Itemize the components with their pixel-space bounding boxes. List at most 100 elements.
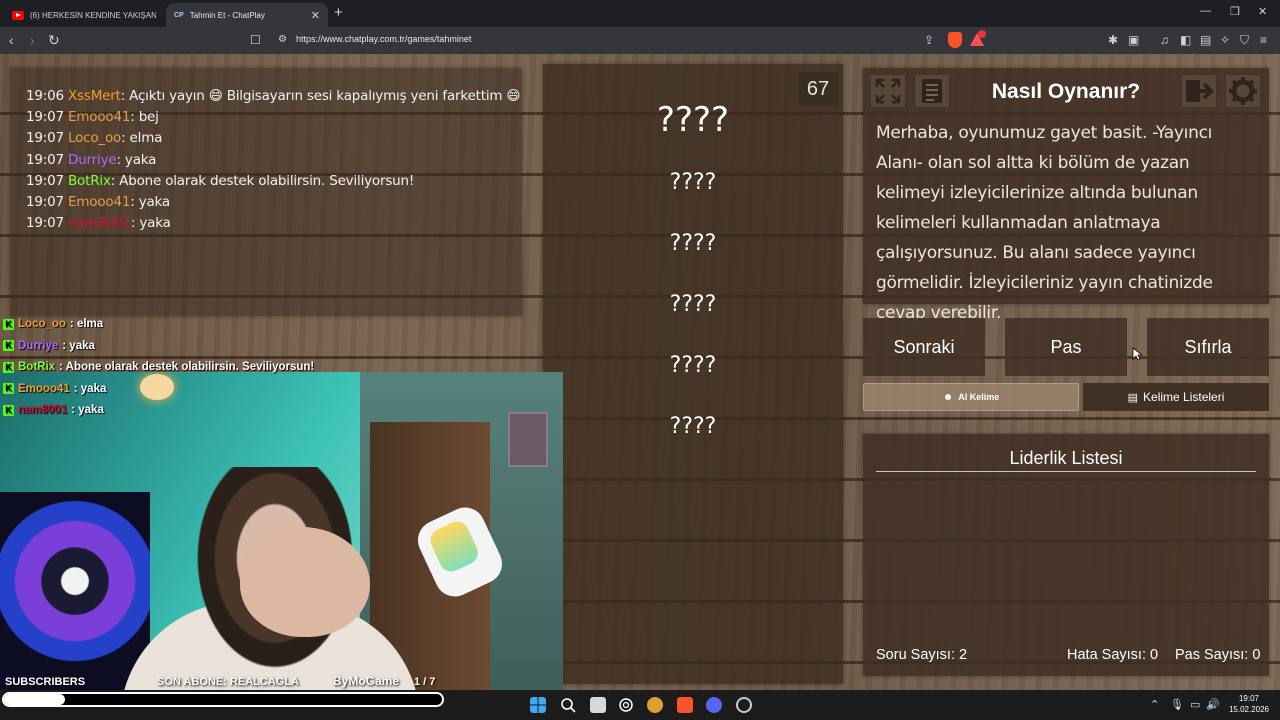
menu-icon[interactable]: ≡	[1260, 33, 1267, 47]
extensions-icon[interactable]: ✱	[1108, 33, 1118, 47]
latest-sub-label: SON ABONE: REALCAGLA	[157, 676, 299, 688]
chat-message: 19:07 Emooo41: yaka	[26, 194, 170, 210]
share-icon[interactable]: ⇪	[924, 33, 934, 47]
leaderboard-divider	[876, 471, 1256, 472]
exit-button[interactable]	[1181, 74, 1217, 108]
close-window-button[interactable]: ✕	[1258, 5, 1267, 18]
chat-username[interactable]: nam8001	[68, 215, 131, 231]
overlay-text: : yaka	[71, 404, 104, 417]
ai-word-button[interactable]: ☻ AI Kelime	[863, 383, 1079, 411]
pass-button[interactable]: Pas	[1005, 318, 1127, 376]
kick-icon: K	[3, 318, 14, 330]
chat-message: 19:07 BotRix: Abone olarak destek olabil…	[26, 173, 414, 189]
youtube-icon	[12, 10, 24, 20]
settings-button[interactable]	[1225, 74, 1261, 108]
tray-expand-icon[interactable]: ⌃	[1150, 698, 1159, 711]
clipboard-icon: ▤	[1127, 391, 1139, 404]
mouse-cursor-icon	[1132, 347, 1142, 361]
address-bar[interactable]: ⚙ https://www.chatplay.com.tr/games/tahm…	[268, 31, 988, 50]
file-explorer-icon[interactable]	[590, 697, 606, 713]
chat-message: 19:07 nam8001: yaka	[26, 215, 171, 231]
chat-text: : yaka	[130, 215, 171, 232]
new-tab-button[interactable]: +	[334, 4, 343, 21]
reset-button[interactable]: Sıfırla	[1147, 318, 1269, 376]
tab-title: (6) HERKESİN KENDİNE YAKIŞANI YA	[30, 10, 156, 20]
chat-time: 19:07	[26, 172, 64, 189]
overlay-username: Emooo41	[18, 382, 70, 395]
chat-username[interactable]: Durriye	[68, 152, 117, 168]
words-panel: 67 ???? ???? ???? ???? ???? ????	[543, 64, 843, 684]
leaderboard-panel: Liderlik Listesi Soru Sayısı: 2 Hata Say…	[863, 434, 1269, 676]
volume-icon[interactable]: 🔊	[1206, 698, 1220, 711]
overlay-chat-message: K Emooo41: yaka	[3, 383, 106, 395]
overlay-text: : yaka	[62, 339, 95, 352]
microphone-tray-icon[interactable]: 🎙	[1170, 698, 1184, 711]
back-icon[interactable]: ‹	[9, 32, 14, 48]
sidebar-icon[interactable]: ◧	[1180, 33, 1191, 47]
leo-icon[interactable]: ✧	[1220, 33, 1230, 47]
obs-icon[interactable]	[736, 697, 752, 713]
restore-button[interactable]: ❐	[1230, 5, 1240, 18]
next-button[interactable]: Sonraki	[863, 318, 985, 376]
chat-text: : bej	[130, 109, 159, 126]
system-clock[interactable]: 19:07 15.02.2026	[1222, 693, 1276, 715]
lamp	[140, 374, 174, 400]
network-icon[interactable]: ▭	[1190, 698, 1200, 711]
rules-button[interactable]	[914, 74, 950, 108]
leaderboard-title: Liderlik Listesi	[1009, 448, 1123, 468]
reload-icon[interactable]: ↻	[48, 32, 60, 48]
minimize-button[interactable]: —	[1200, 5, 1211, 17]
error-count: Hata Sayısı: 0	[1067, 647, 1159, 663]
vpn-icon[interactable]: ⛉	[1240, 33, 1249, 48]
chat-message: 19:07 Loco_oo: elma	[26, 130, 162, 146]
chat-username[interactable]: Loco_oo	[68, 130, 121, 146]
brand-label: ByMoGame	[333, 674, 400, 688]
app-icon[interactable]	[647, 697, 663, 713]
wallet-icon[interactable]: ▤	[1200, 33, 1211, 47]
clock-date: 15.02.2026	[1228, 705, 1270, 714]
chat-time: 19:07	[26, 194, 64, 210]
overlay-text: : Abone olarak destek olabilirsin. Sevil…	[59, 361, 315, 374]
chat-username[interactable]: XssMert	[68, 88, 121, 104]
robot-icon: ☻	[942, 391, 954, 403]
search-icon[interactable]	[560, 697, 576, 713]
site-settings-icon[interactable]: ⚙	[278, 34, 287, 45]
chat-panel: 19:06 XssMert: Açıktı yayın 😄 Bilgisayar…	[10, 68, 522, 316]
overlay-text: : elma	[69, 318, 104, 330]
brave-browser-icon[interactable]	[677, 697, 693, 713]
browser-tab-bar: (6) HERKESİN KENDİNE YAKIŞANI YA CP Tahm…	[0, 0, 1280, 27]
chatgpt-icon[interactable]	[618, 697, 634, 713]
forward-icon[interactable]: ›	[30, 32, 35, 48]
chat-username[interactable]: Emooo41	[68, 194, 130, 210]
forbidden-word-3: ????	[669, 292, 717, 317]
brave-shields-icon[interactable]	[948, 32, 962, 48]
windows-start-icon[interactable]	[530, 697, 546, 713]
word-lists-button[interactable]: ▤ Kelime Listeleri	[1083, 383, 1269, 411]
tab-title: Tahmin Et - ChatPlay	[189, 10, 265, 20]
exit-icon	[1186, 80, 1214, 102]
chat-message: 19:07 Durriye: yaka	[26, 152, 156, 168]
screenshot-icon[interactable]: ▣	[1128, 33, 1139, 47]
close-tab-icon[interactable]: ✕	[311, 9, 320, 22]
media-icon[interactable]: ♫	[1160, 33, 1169, 47]
ai-word-label: AI Kelime	[958, 392, 1000, 402]
chat-text: : yaka	[130, 194, 171, 210]
bookmark-icon[interactable]: ☐	[250, 33, 261, 47]
fullscreen-button[interactable]	[870, 74, 906, 108]
forbidden-word-1: ????	[669, 170, 717, 195]
word-lists-label: Kelime Listeleri	[1143, 390, 1225, 404]
tab-youtube[interactable]: (6) HERKESİN KENDİNE YAKIŞANI YA	[4, 3, 164, 27]
chat-username[interactable]: BotRix	[68, 173, 111, 189]
how-to-play-panel: Nasıl Oynanır? Merhaba, oyunumuz gayet b…	[863, 68, 1269, 323]
url-text[interactable]: https://www.chatplay.com.tr/games/tahmin…	[296, 34, 471, 44]
rewards-badge	[978, 30, 986, 38]
discord-icon[interactable]	[706, 697, 722, 713]
stream-progress-bar	[2, 692, 444, 707]
progress-fill	[4, 694, 66, 705]
main-word: ????	[656, 100, 730, 140]
poster-image	[0, 492, 150, 690]
chat-text: : yaka	[116, 151, 157, 168]
tab-chatplay[interactable]: CP Tahmin Et - ChatPlay ✕	[166, 3, 328, 27]
chat-username[interactable]: Emooo41	[68, 109, 130, 125]
chat-time: 19:07	[26, 109, 64, 126]
